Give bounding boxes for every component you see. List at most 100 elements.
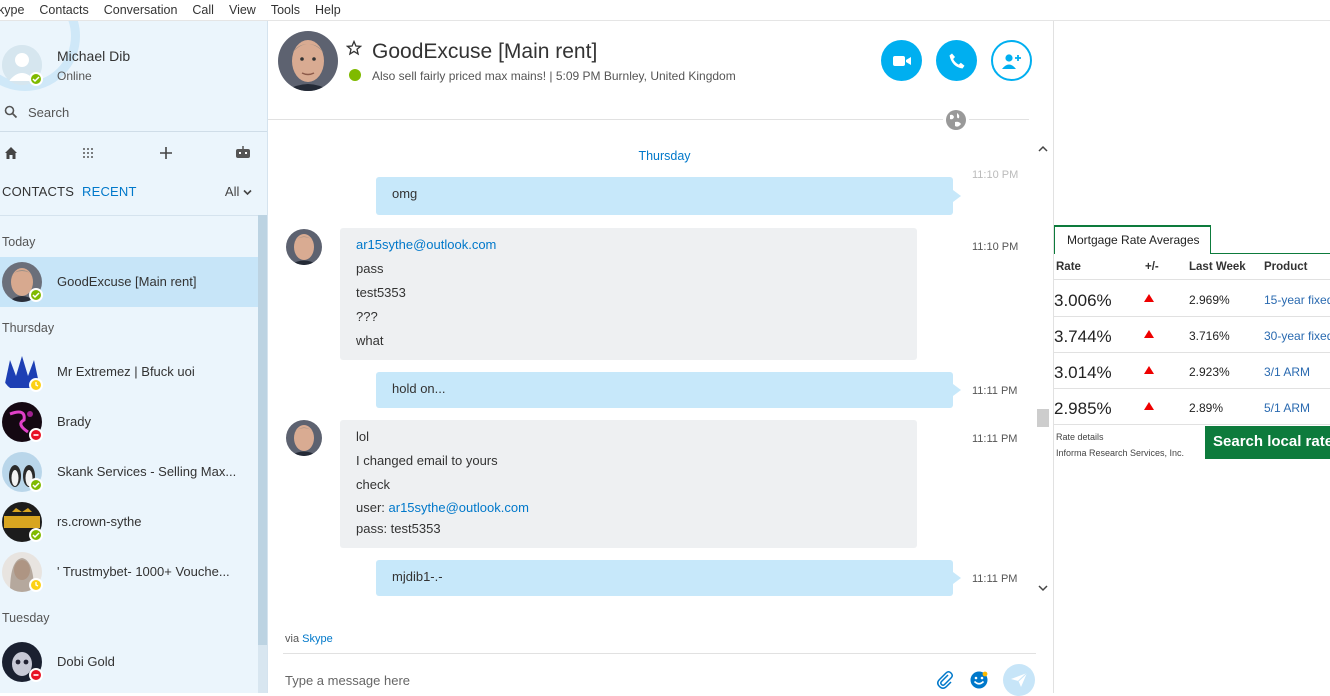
profile-status[interactable]: Online [57, 69, 92, 83]
list-item[interactable]: Dobi Gold [0, 637, 258, 687]
avatar[interactable] [286, 420, 322, 456]
ad-tab[interactable]: Mortgage Rate Averages [1054, 225, 1211, 254]
online-status-icon [29, 72, 43, 86]
avatar[interactable] [278, 31, 338, 91]
message-input[interactable]: Type a message here [285, 673, 410, 688]
search-label: Search [28, 104, 70, 120]
add-participant-button[interactable] [991, 40, 1032, 81]
online-status-icon [29, 528, 43, 542]
up-arrow-icon [1144, 294, 1154, 302]
message-line: test5353 [356, 285, 406, 300]
table-row[interactable]: 3.744% 3.716% 30-year fixed [1054, 317, 1330, 353]
attach-icon[interactable] [931, 666, 959, 694]
divider [0, 131, 267, 132]
message-line: pass [356, 261, 384, 276]
product-link[interactable]: 30-year fixed [1264, 329, 1330, 343]
search-icon [4, 105, 18, 119]
menu-call[interactable]: Call [192, 3, 214, 17]
online-status-icon [29, 288, 43, 302]
video-call-button[interactable] [881, 40, 922, 81]
list-item[interactable]: GoodExcuse [Main rent] [0, 257, 258, 307]
message-time: 11:10 PM [972, 169, 1019, 181]
message-bubble[interactable]: omg [376, 177, 961, 215]
send-icon [1011, 672, 1028, 687]
scroll-down-icon[interactable] [1038, 584, 1048, 594]
message-bubble[interactable]: ar15sythe@outlook.com pass test5353 ??? … [340, 228, 917, 360]
list-item[interactable]: Mr Extremez | Bfuck uoi [0, 347, 258, 397]
menu-tools[interactable]: Tools [271, 3, 300, 17]
away-status-icon [29, 578, 43, 592]
header-product: Product [1264, 261, 1308, 273]
search-box[interactable]: Search [0, 99, 267, 125]
menu-conversation[interactable]: Conversation [104, 3, 178, 17]
message-text: mjdib1-.- [392, 569, 443, 584]
table-row[interactable]: 3.006% 2.969% 15-year fixed [1054, 281, 1330, 317]
product-link[interactable]: 5/1 ARM [1264, 401, 1310, 415]
list-item[interactable]: Brady [0, 397, 258, 447]
add-person-icon [1001, 53, 1021, 69]
last-week-value: 2.89% [1189, 401, 1224, 415]
product-link[interactable]: 3/1 ARM [1264, 365, 1310, 379]
menu-help[interactable]: Help [315, 3, 341, 17]
message-time: 11:10 PM [972, 241, 1019, 253]
rate-details-link[interactable]: Rate details [1056, 432, 1104, 442]
online-status-icon [349, 69, 361, 81]
filter-label: All [224, 184, 240, 199]
message-time: 11:11 PM [972, 573, 1018, 585]
scroll-thumb[interactable] [1037, 409, 1049, 427]
rate-value: 3.014% [1054, 363, 1112, 382]
table-row[interactable]: 2.985% 2.89% 5/1 ARM [1054, 389, 1330, 425]
menu-view[interactable]: View [229, 3, 256, 17]
via-link[interactable]: Skype [302, 633, 333, 645]
last-week-value: 3.716% [1189, 329, 1230, 343]
bot-icon[interactable] [233, 143, 253, 163]
table-row[interactable]: 3.014% 2.923% 3/1 ARM [1054, 353, 1330, 389]
list-item[interactable]: ' Trustmybet- 1000+ Vouche... [0, 547, 258, 597]
call-button[interactable] [936, 40, 977, 81]
contact-name: rs.crown-sythe [57, 514, 142, 529]
home-icon[interactable] [1, 143, 21, 163]
divider [1210, 253, 1330, 254]
rate-value: 2.985% [1054, 399, 1112, 418]
day-separator: Thursday [376, 143, 953, 169]
email-link[interactable]: ar15sythe@outlook.com [356, 233, 901, 257]
avatar[interactable] [286, 229, 322, 265]
scroll-up-icon[interactable] [1038, 145, 1048, 155]
via-label: via Skype [285, 633, 333, 645]
emoji-icon[interactable] [965, 666, 993, 694]
message-text: omg [392, 186, 418, 201]
group-header-tuesday: Tuesday [2, 611, 50, 625]
profile[interactable]: Michael Dib Online [0, 41, 267, 91]
scroll-thumb[interactable] [258, 215, 267, 645]
globe-icon[interactable] [945, 109, 967, 131]
conversation-header: GoodExcuse [Main rent] Also sell fairly … [268, 21, 1053, 118]
send-button[interactable] [1003, 664, 1035, 696]
busy-status-icon [29, 668, 43, 682]
list-item[interactable]: Skank Services - Selling Max... [0, 447, 258, 497]
list-item[interactable]: rs.crown-sythe [0, 497, 258, 547]
message-line: pass: test5353 [356, 521, 441, 536]
up-arrow-icon [1144, 402, 1154, 410]
add-icon[interactable] [156, 143, 176, 163]
phone-icon [949, 53, 964, 68]
menu-bar: kype Contacts Conversation Call View Too… [0, 0, 1330, 21]
group-header-today: Today [2, 235, 36, 249]
menu-contacts[interactable]: Contacts [39, 3, 88, 17]
product-link[interactable]: 15-year fixed [1264, 293, 1330, 307]
message-bubble[interactable]: hold on... [376, 372, 961, 408]
tab-contacts[interactable]: CONTACTS [2, 184, 74, 199]
filter-dropdown[interactable]: All [225, 184, 252, 199]
sidebar: Michael Dib Online Search CONTACTS RECEN… [0, 21, 268, 693]
sidebar-scrollbar[interactable] [258, 215, 267, 693]
sidebar-toolbar [0, 139, 267, 167]
menu-skype[interactable]: kype [0, 3, 24, 17]
chat-scrollbar[interactable] [1035, 141, 1051, 596]
message-bubble[interactable]: lol I changed email to yours check user:… [340, 420, 917, 548]
dialpad-icon[interactable] [78, 143, 98, 163]
message-bubble[interactable]: mjdib1-.- [376, 560, 961, 596]
header-rate: Rate [1056, 261, 1081, 273]
email-link[interactable]: ar15sythe@outlook.com [389, 500, 529, 515]
tab-recent[interactable]: RECENT [82, 184, 137, 199]
star-icon[interactable] [346, 40, 362, 56]
search-rates-button[interactable]: Search local rates [1205, 426, 1330, 459]
